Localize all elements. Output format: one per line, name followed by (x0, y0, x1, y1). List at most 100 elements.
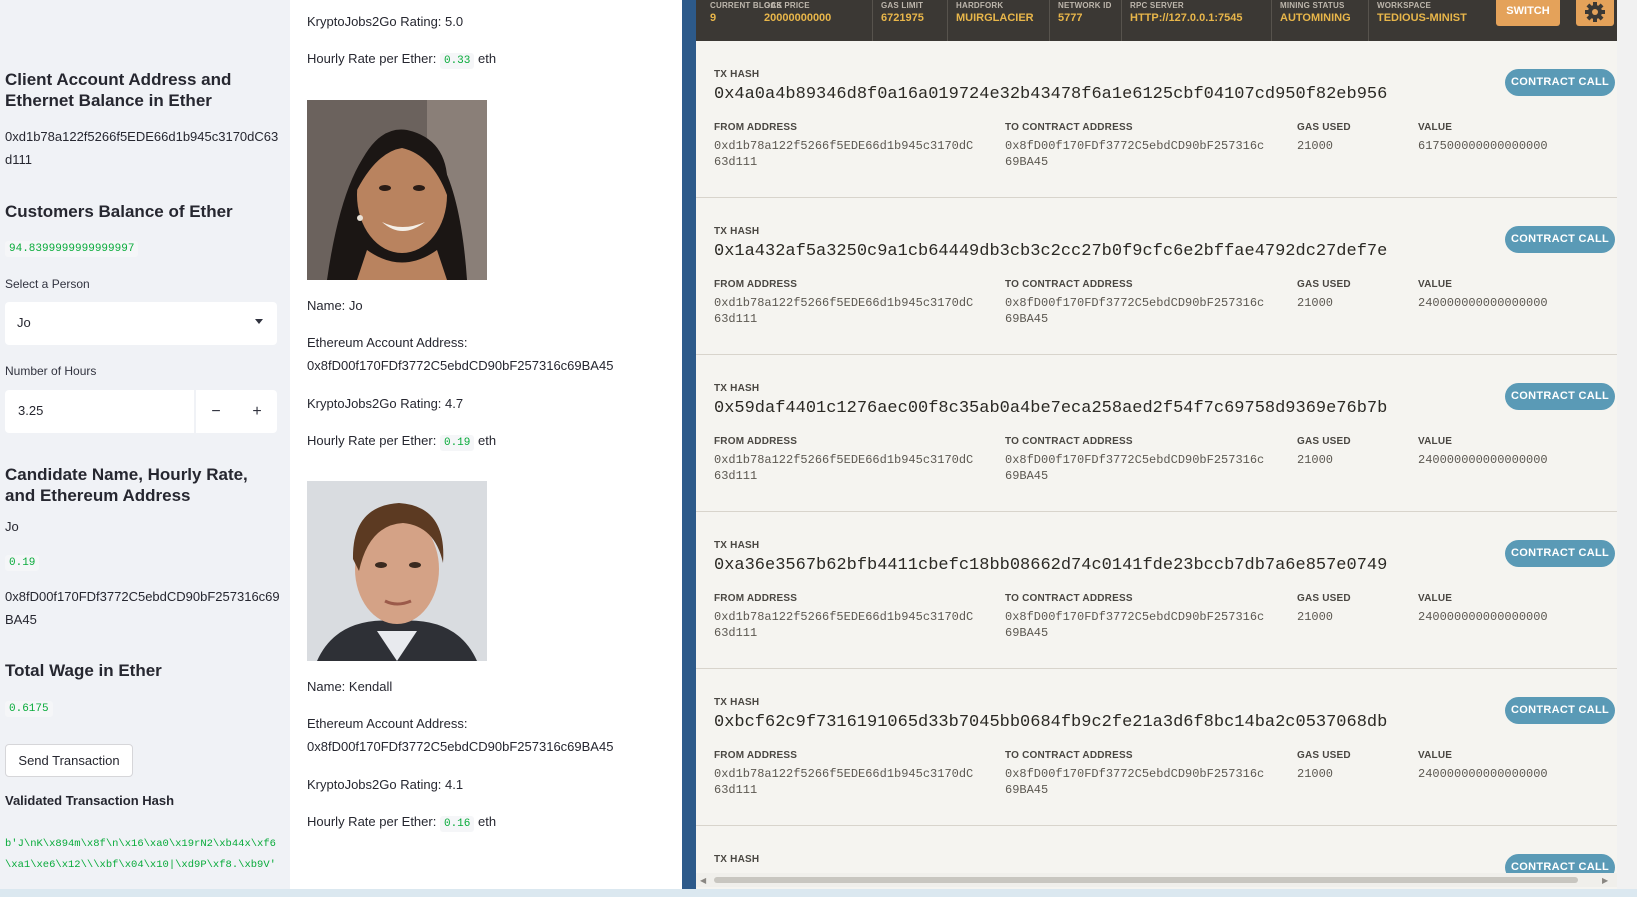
hourly-rate-value: 0.16 (439, 816, 475, 832)
candidate-address: 0x8fD00f170FDf3772C5ebdCD90bF257316c69BA… (5, 589, 280, 627)
stat-label: MINING STATUS (1280, 1, 1345, 10)
hourly-rate-label: Hourly Rate per Ether: (307, 433, 437, 448)
candidate-photo-jo (307, 100, 487, 280)
candidate-address-label: Ethereum Account Address: (307, 716, 468, 731)
stat-label: WORKSPACE (1377, 1, 1432, 10)
stat-label: GAS PRICE (764, 1, 810, 10)
to-contract-line-1: 0x8fD00f170FDf3772C5ebdCD90bF257316c (1005, 139, 1265, 153)
from-address-line-2: 63d111 (714, 469, 758, 483)
tx-hash-label: TX HASH (714, 226, 760, 237)
tx-hash-label: TX HASH (714, 383, 760, 394)
transaction-row[interactable]: TX HASH 0xa36e3567b62bfb4411cbefc18bb086… (696, 512, 1617, 669)
select-person-value: Jo (17, 315, 31, 330)
tx-hash: 0x59daf4401c1276aec00f8c35ab0a4be7eca258… (714, 399, 1388, 418)
contract-call-badge: CONTRACT CALL (1505, 226, 1615, 253)
transaction-row[interactable]: TX HASH 0x59daf4401c1276aec00f8c35ab0a4b… (696, 355, 1617, 512)
vertical-scrollbar[interactable] (1617, 0, 1637, 897)
contract-call-badge: CONTRACT CALL (1505, 69, 1615, 96)
decrement-button[interactable]: − (196, 390, 236, 433)
value-label: VALUE (1418, 122, 1453, 133)
to-contract-line-2: 69BA45 (1005, 155, 1049, 169)
candidate-rating: KryptoJobs2Go Rating: 4.7 (307, 396, 464, 411)
transaction-row[interactable]: TX HASH 0x4a0a4b89346d8f0a16a019724e32b4… (696, 41, 1617, 198)
from-address-label: FROM ADDRESS (714, 122, 798, 133)
candidate-rate: 0.19 (5, 555, 40, 571)
hourly-rate-value: 0.19 (439, 435, 475, 451)
stat-hardfork: HARDFORK MUIRGLACIER (947, 0, 1034, 41)
gas-used-value: 21000 (1297, 139, 1334, 153)
to-contract-line-1: 0x8fD00f170FDf3772C5ebdCD90bF257316c (1005, 610, 1265, 624)
stat-label: RPC SERVER (1130, 1, 1184, 10)
stat-network-id: NETWORK ID 5777 (1049, 0, 1112, 41)
stat-value: 20000000000 (764, 12, 832, 24)
tx-hash-label: TX HASH (714, 854, 760, 865)
from-address-line-1: 0xd1b78a122f5266f5EDE66d1b945c3170dC (714, 296, 974, 310)
value-amount: 617500000000000000 (1418, 139, 1548, 153)
stat-label: NETWORK ID (1058, 1, 1112, 10)
transaction-row[interactable]: TX HASH 0xbcf62c9f7316191065d33b7045bb06… (696, 669, 1617, 826)
to-contract-line-2: 69BA45 (1005, 783, 1049, 797)
contract-call-badge: CONTRACT CALL (1505, 854, 1615, 873)
from-address-line-2: 63d111 (714, 312, 758, 326)
scroll-left-arrow-icon[interactable]: ◀ (700, 876, 706, 885)
candidate-address: 0x8fD00f170FDf3772C5ebdCD90bF257316c69BA… (307, 358, 614, 373)
ganache-window: CURRENT BLOCK 9 GAS PRICE 20000000000 GA… (696, 0, 1617, 897)
transaction-row[interactable]: TX HASH 0x1a432af5a3250c9a1cb64449db3cb3… (696, 198, 1617, 355)
value-label: VALUE (1418, 750, 1453, 761)
horizontal-scrollbar[interactable]: ◀ ▶ (696, 873, 1617, 887)
from-address-line-2: 63d111 (714, 783, 758, 797)
stat-value: TEDIOUS-MINIST (1377, 12, 1467, 24)
send-transaction-button[interactable]: Send Transaction (5, 744, 133, 777)
scrollbar-thumb[interactable] (714, 877, 1578, 883)
hourly-rate-value: 0.33 (439, 53, 475, 69)
stat-value: 5777 (1058, 12, 1083, 24)
select-person-label: Select a Person (5, 277, 90, 291)
candidate-name: Jo (5, 519, 19, 534)
customer-balance-heading: Customers Balance of Ether (5, 202, 233, 221)
settings-button[interactable] (1576, 0, 1614, 26)
to-contract-line-1: 0x8fD00f170FDf3772C5ebdCD90bF257316c (1005, 767, 1265, 781)
client-account-address: 0xd1b78a122f5266f5EDE66d1b945c3170dC63d1… (5, 129, 279, 167)
stat-value: MUIRGLACIER (956, 12, 1034, 24)
gas-used-label: GAS USED (1297, 750, 1351, 761)
stat-rpc-server: RPC SERVER HTTP://127.0.0.1:7545 (1121, 0, 1243, 41)
value-amount: 240000000000000000 (1418, 767, 1548, 781)
switch-button[interactable]: SWITCH (1496, 0, 1560, 26)
stat-mining-status: MINING STATUS AUTOMINING (1271, 0, 1351, 41)
stat-gas-price: GAS PRICE 20000000000 (756, 0, 831, 41)
customer-balance-value: 94.8399999999999997 (5, 241, 139, 257)
tx-hash: 0x1a432af5a3250c9a1cb64449db3cb3c2cc27b0… (714, 242, 1388, 261)
stat-workspace: WORKSPACE TEDIOUS-MINIST (1368, 0, 1493, 41)
number-of-hours-label: Number of Hours (5, 364, 97, 378)
stat-gas-limit: GAS LIMIT 6721975 (872, 0, 924, 41)
to-contract-line-1: 0x8fD00f170FDf3772C5ebdCD90bF257316c (1005, 296, 1265, 310)
gas-used-value: 21000 (1297, 767, 1334, 781)
to-contract-label: TO CONTRACT ADDRESS (1005, 593, 1133, 604)
number-of-hours-input[interactable]: 3.25 (18, 403, 43, 418)
to-contract-line-2: 69BA45 (1005, 626, 1049, 640)
to-contract-label: TO CONTRACT ADDRESS (1005, 436, 1133, 447)
scroll-right-arrow-icon[interactable]: ▶ (1602, 876, 1608, 885)
number-of-hours-stepper[interactable]: 3.25 − + (5, 390, 277, 433)
value-label: VALUE (1418, 593, 1453, 604)
tx-hash: 0xbcf62c9f7316191065d33b7045bb0684fb9c2f… (714, 713, 1388, 732)
from-address-label: FROM ADDRESS (714, 750, 798, 761)
hourly-rate-label: Hourly Rate per Ether: (307, 51, 437, 66)
validated-hash-value: b'J\nK\x894m\x8f\n\x16\xa0\x19rN2\xb44x\… (5, 838, 276, 871)
from-address-label: FROM ADDRESS (714, 593, 798, 604)
tx-hash: 0x4a0a4b89346d8f0a16a019724e32b43478f6a1… (714, 85, 1388, 104)
candidate-name: Name: Jo (307, 298, 363, 313)
total-wage-heading: Total Wage in Ether (5, 661, 162, 680)
stat-label: GAS LIMIT (881, 1, 924, 10)
stat-label: HARDFORK (956, 1, 1004, 10)
select-person-dropdown[interactable]: Jo (5, 302, 277, 345)
tx-hash-label: TX HASH (714, 540, 760, 551)
window-border (682, 0, 696, 897)
total-wage-value: 0.6175 (5, 701, 53, 717)
candidate-hourly-rate: Hourly Rate per Ether: 0.16 eth (307, 810, 496, 836)
candidate-rating: KryptoJobs2Go Rating: 4.1 (307, 777, 464, 792)
from-address-line-1: 0xd1b78a122f5266f5EDE66d1b945c3170dC (714, 453, 974, 467)
transaction-row[interactable]: TX HASH CONTRACT CALL (696, 826, 1617, 873)
value-label: VALUE (1418, 279, 1453, 290)
increment-button[interactable]: + (237, 390, 277, 433)
